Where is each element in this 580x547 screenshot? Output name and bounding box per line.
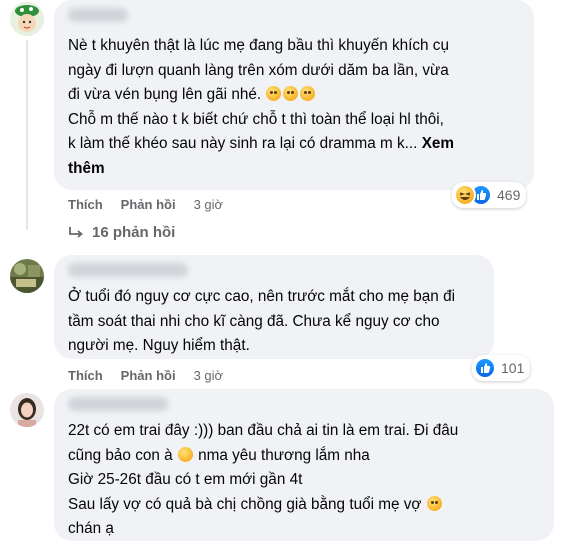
avatar[interactable]	[10, 2, 44, 36]
comment-text: Ở tuổi đó nguy cơ cực cao, nên trước mắt…	[68, 288, 455, 354]
comment-actions: Thích Phản hồi 3 giờ	[68, 197, 223, 212]
like-button[interactable]: Thích	[68, 197, 103, 212]
crying-face-icon	[283, 86, 299, 101]
reply-button[interactable]: Phản hồi	[121, 197, 176, 212]
smiling-face-icon	[177, 446, 193, 462]
reaction-count: 101	[501, 360, 525, 376]
crying-face-icon	[300, 86, 316, 101]
reaction-count: 469	[497, 187, 521, 203]
see-more-link-cont[interactable]: thêm	[68, 160, 105, 177]
comment-bubble: 22t có em trai đây :))) ban đầu chả ai t…	[54, 389, 554, 541]
comment-actions: Thích Phản hồi 3 giờ	[68, 368, 223, 383]
comment-bubble: Ở tuổi đó nguy cơ cực cao, nên trước mắt…	[54, 255, 494, 359]
like-reaction-icon	[474, 357, 496, 379]
comment-time[interactable]: 3 giờ	[194, 368, 224, 383]
commenter-name[interactable]	[68, 397, 168, 411]
reply-button[interactable]: Phản hồi	[121, 368, 176, 383]
commenter-name[interactable]	[68, 263, 188, 277]
see-more-link[interactable]: Xem	[422, 135, 454, 152]
reaction-summary[interactable]: 101	[472, 355, 531, 381]
crying-face-icon	[266, 86, 282, 101]
avatar[interactable]	[10, 259, 44, 293]
comment-text: 22t có em trai đây :))) ban đầu chả ai t…	[68, 422, 459, 537]
thread-line	[26, 40, 28, 230]
reply-arrow-icon	[69, 226, 83, 238]
reaction-summary[interactable]: 469	[452, 182, 527, 208]
comment-time[interactable]: 3 giờ	[194, 197, 224, 212]
view-replies-link[interactable]: 16 phản hồi	[68, 224, 175, 241]
commenter-name[interactable]	[68, 8, 128, 22]
comment-bubble: Nè t khuyên thật là lúc mẹ đang bầu thì …	[54, 0, 534, 190]
comment-text: Nè t khuyên thật là lúc mẹ đang bầu thì …	[68, 37, 454, 177]
like-button[interactable]: Thích	[68, 368, 103, 383]
haha-reaction-icon	[454, 184, 476, 206]
sad-face-icon	[426, 495, 442, 511]
avatar[interactable]	[10, 393, 44, 427]
